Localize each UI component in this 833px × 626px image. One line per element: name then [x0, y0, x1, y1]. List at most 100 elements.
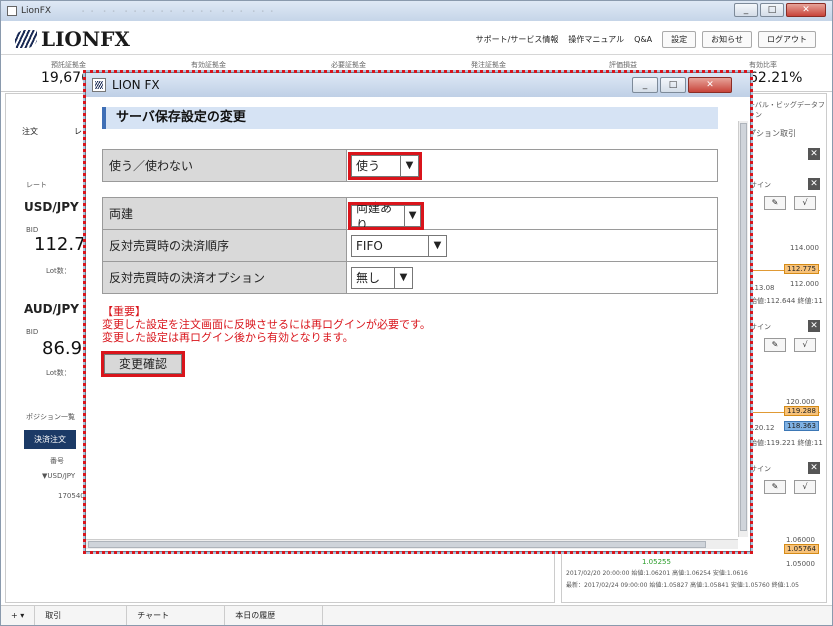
settlement-order-select[interactable]: FIFO ▼: [351, 234, 447, 257]
notice-line: 変更した設定は再ログイン後から有効となります。: [102, 331, 354, 344]
notice-title: 【重要】: [102, 305, 146, 318]
logo-text: LIONFX: [41, 27, 130, 51]
use-setting-table: 使う／使わない 使う ▼: [102, 149, 718, 182]
minimize-button[interactable]: _: [734, 3, 758, 17]
pencil-icon[interactable]: ✎: [764, 338, 786, 352]
chart-price: 1.06000: [786, 536, 815, 544]
pair-usdjpy[interactable]: USD/JPY: [24, 200, 79, 214]
chart-price: 120.12: [750, 424, 775, 432]
window-controls: _ □ ✕: [734, 3, 826, 17]
setting-label: 反対売買時の決済オプション: [102, 261, 347, 294]
chevron-down-icon: ▼: [428, 235, 446, 256]
position-number[interactable]: 170540: [58, 492, 85, 500]
summary-label: 有効比率: [749, 61, 777, 69]
option-tab[interactable]: プション取引: [748, 128, 796, 139]
settlement-option-select[interactable]: 無し ▼: [351, 266, 413, 289]
setting-label: 使う／使わない: [102, 149, 347, 182]
close-icon[interactable]: ✕: [808, 462, 820, 474]
column-number: 番号: [50, 457, 64, 465]
chart-price: 120.000: [786, 398, 815, 406]
dialog-maximize-button[interactable]: □: [660, 77, 686, 93]
setting-label: 反対売買時の決済順序: [102, 229, 347, 262]
positions-label: ポジション一覧: [26, 413, 75, 421]
dialog-title: LION FX: [112, 78, 160, 92]
logout-button[interactable]: ログアウト: [758, 31, 816, 48]
chart-info: 2017/02/20 20:00:00 始値:1.06201 高値:1.0625…: [566, 570, 748, 577]
big-data-tab[interactable]: ーバル・ビッグデータファン: [748, 100, 826, 120]
bottom-tab-bar: + ▾ 取引 チャート 本日の履歴: [1, 605, 832, 625]
summary-value: 62.21%: [749, 70, 803, 86]
bid-label: BID: [26, 226, 39, 234]
dialog-close-button[interactable]: ✕: [688, 77, 732, 93]
tab-chart[interactable]: チャート: [127, 606, 226, 625]
chart-price: 1.05000: [786, 560, 815, 568]
setting-label: 両建: [102, 197, 347, 230]
ohlc-row: 始値:119.221 終値:11: [750, 439, 823, 447]
chart-info-latest: 最新：2017/02/24 09:00:00 始値:1.05827 高値:1.0…: [566, 582, 799, 589]
sign-label: サイン: [750, 181, 771, 189]
app-icon: [7, 6, 17, 16]
hedging-select[interactable]: 両建あり ▼: [348, 201, 424, 232]
setting-row: 反対売買時の決済オプション 無し ▼: [102, 261, 718, 294]
tab-trading[interactable]: 取引: [35, 606, 128, 625]
close-icon[interactable]: ✕: [808, 178, 820, 190]
lion-logo-icon: [15, 30, 37, 48]
use-select[interactable]: 使う ▼: [348, 151, 422, 180]
chart-price: 112.000: [790, 280, 819, 288]
horizontal-scrollbar[interactable]: [86, 539, 738, 549]
notices-button[interactable]: お知らせ: [702, 31, 752, 48]
pair-audjpy[interactable]: AUD/JPY: [24, 302, 79, 316]
group-usdjpy[interactable]: ▼USD/JPY: [42, 472, 75, 480]
link-manual[interactable]: 操作マニュアル: [568, 34, 624, 45]
bid-label: BID: [26, 328, 39, 336]
hedging-select-value: 両建あり: [356, 200, 393, 232]
confirm-change-button[interactable]: 変更確認: [101, 351, 185, 377]
link-qa[interactable]: Q&A: [634, 35, 652, 44]
summary-value: 19,676: [41, 70, 90, 86]
chart-price: 1.05764: [784, 544, 819, 554]
sign-label: サイン: [750, 465, 771, 473]
pencil-icon[interactable]: ✎: [764, 196, 786, 210]
chevron-down-icon: ▼: [404, 205, 420, 226]
summary-label: 発注証拠金: [471, 61, 506, 69]
tab-history[interactable]: 本日の履歴: [225, 606, 324, 625]
sign-check-icon[interactable]: √: [794, 338, 816, 352]
use-select-value: 使う: [356, 159, 381, 173]
settle-order-button[interactable]: 決済注文: [24, 430, 76, 449]
settlement-order-value: FIFO: [356, 238, 383, 253]
notice-line: 変更した設定を注文画面に反映させるには再ログインが必要です。: [102, 318, 431, 331]
lionfx-logo: LIONFX: [15, 27, 130, 51]
close-button[interactable]: ✕: [786, 3, 826, 17]
settings-dialog: LION FX _ □ ✕ サーバ保存設定の変更 使う／使わない 使う ▼ 両建: [85, 72, 751, 552]
vertical-scrollbar[interactable]: [738, 121, 748, 537]
dialog-minimize-button[interactable]: _: [632, 77, 658, 93]
position-settings-table: 両建 両建あり ▼ 反対売買時の決済順序 FIFO ▼ 反対売買時の決済オプショ…: [102, 197, 718, 294]
summary-label: 評価損益: [609, 61, 637, 69]
settings-button[interactable]: 設定: [662, 31, 697, 48]
pencil-icon[interactable]: ✎: [764, 480, 786, 494]
ohlc-row: 始値:112.644 終値:11: [750, 297, 823, 305]
blurred-tabs: ・・ ・・ ・・・・・・ ・・・・ ・・・ ・・・: [79, 6, 277, 16]
rate-tab[interactable]: レ: [74, 126, 82, 137]
close-icon[interactable]: ✕: [808, 148, 820, 160]
sign-check-icon[interactable]: √: [794, 196, 816, 210]
maximize-button[interactable]: □: [760, 3, 784, 17]
sign-check-icon[interactable]: √: [794, 480, 816, 494]
lion-app-icon: [92, 78, 106, 92]
dialog-body: サーバ保存設定の変更 使う／使わない 使う ▼ 両建 両建あり ▼ 反対売買時の…: [86, 97, 750, 551]
lot-label: Lot数：: [46, 369, 71, 377]
order-tab[interactable]: 注文: [22, 126, 38, 137]
header-links: サポート/サービス情報 操作マニュアル Q&A 設定 お知らせ ログアウト: [476, 31, 816, 48]
rate-label: レート: [26, 181, 47, 189]
scrollbar-thumb[interactable]: [740, 123, 747, 531]
chart-price: 114.000: [790, 244, 819, 252]
add-tab-button[interactable]: + ▾: [1, 606, 36, 625]
link-support[interactable]: サポート/サービス情報: [476, 34, 559, 45]
chart-price: 112.775: [784, 264, 819, 274]
dialog-window-controls: _ □ ✕: [632, 77, 732, 93]
scrollbar-thumb[interactable]: [88, 541, 706, 548]
summary-label: 有効証拠金: [191, 61, 226, 69]
close-icon[interactable]: ✕: [808, 320, 820, 332]
chart-price: 1.05255: [642, 558, 671, 566]
settlement-option-value: 無し: [356, 271, 381, 285]
